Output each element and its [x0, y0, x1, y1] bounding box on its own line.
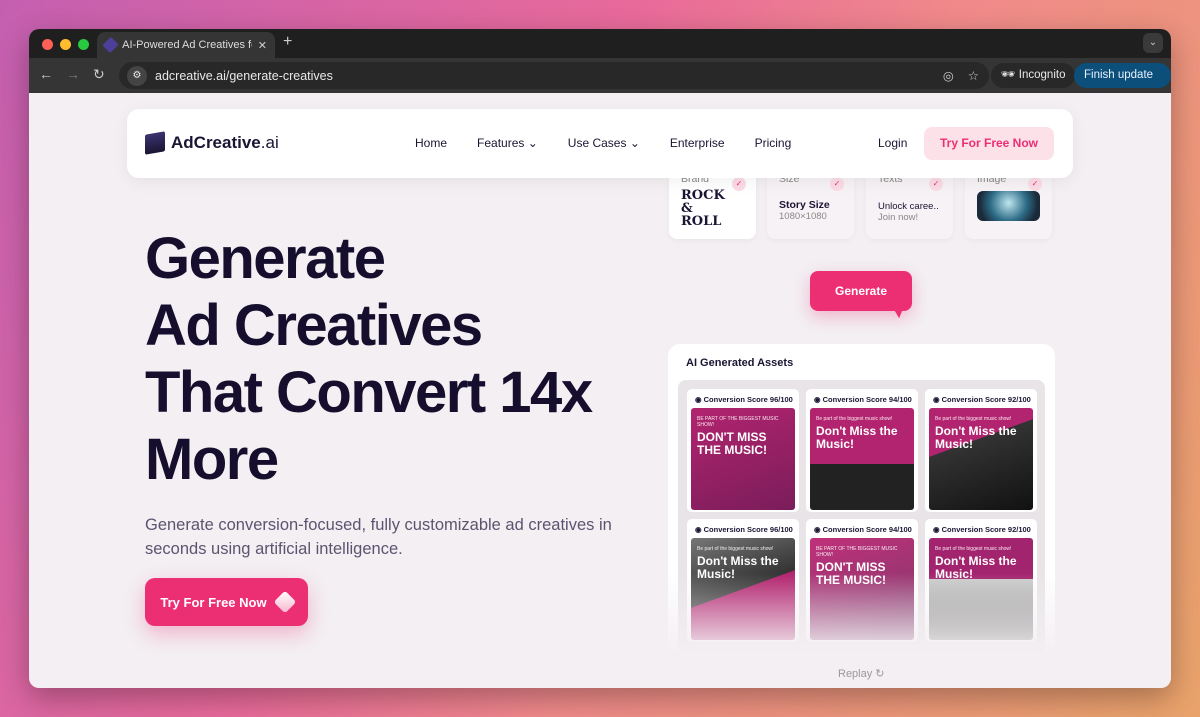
cta-label: Try For Free Now [160, 594, 267, 610]
nav-home[interactable]: Home [415, 136, 447, 150]
asset-card[interactable]: ◉ Conversion Score 92/100 Be part of the… [925, 389, 1037, 512]
browser-tab[interactable]: AI-Powered Ad Creatives for B ✕ [97, 32, 275, 58]
ad-small-text: Be part of the biggest music show! [935, 546, 1012, 552]
bookmark-star-icon[interactable]: ☆ [968, 68, 979, 83]
site-settings-icon[interactable]: ⚙ [127, 65, 147, 86]
finish-update-button[interactable]: Finish update ⋮ [1074, 63, 1171, 106]
close-tab-icon[interactable]: ✕ [258, 39, 267, 52]
conversion-score: ◉ Conversion Score 94/100 [814, 395, 912, 404]
page: AdCreative.ai Home Features ⌄ Use Cases … [29, 93, 1171, 688]
texts-card: Texts ✓ Unlock caree.. Join now! [866, 169, 953, 239]
replay-button[interactable]: Replay ↻ [838, 667, 885, 680]
check-icon: ✓ [830, 177, 844, 191]
logo-suffix: .ai [260, 133, 279, 152]
conversion-score: ◉ Conversion Score 92/100 [933, 525, 1031, 534]
hero-title-line: Generate [145, 226, 386, 291]
image-card: Image ✓ [965, 169, 1052, 239]
chevron-down-icon: ⌄ [527, 136, 538, 150]
try-free-nav-button[interactable]: Try For Free Now [924, 127, 1054, 160]
check-icon: ✓ [1028, 177, 1042, 191]
close-window-button[interactable] [42, 39, 53, 50]
ad-small-text: Be part of the biggest music show! [816, 416, 893, 422]
ad-small-text: BE PART OF THE BIGGEST MUSIC SHOW! [697, 416, 779, 428]
size-card: Size ✓ Story Size 1080×1080 [767, 169, 854, 239]
nav-use-cases[interactable]: Use Cases ⌄ [568, 136, 640, 150]
texts-sub: Join now! [878, 212, 919, 223]
conversion-score: ◉ Conversion Score 96/100 [695, 525, 793, 534]
score-text: Conversion Score 92/100 [941, 395, 1031, 404]
browser-window: AI-Powered Ad Creatives for B ✕ + ⌄ ← → … [29, 29, 1171, 688]
ad-preview: Be part of the biggest music show! Don't … [929, 408, 1033, 510]
conversion-score: ◉ Conversion Score 96/100 [695, 395, 793, 404]
incognito-badge[interactable]: 🕶 Incognito [991, 63, 1076, 88]
asset-card[interactable]: ◉ Conversion Score 94/100 Be part of the… [806, 389, 918, 512]
fade-overlay [668, 573, 1055, 655]
tab-bar: AI-Powered Ad Creatives for B ✕ + ⌄ [29, 29, 1171, 58]
logo[interactable]: AdCreative.ai [145, 131, 279, 155]
new-tab-icon[interactable]: + [283, 33, 292, 51]
hero-title-line: Ad Creatives [145, 293, 483, 358]
asset-card[interactable]: ◉ Conversion Score 96/100 BE PART OF THE… [687, 389, 799, 512]
size-value: Story Size [779, 199, 830, 211]
nav-enterprise[interactable]: Enterprise [670, 136, 725, 150]
tab-title: AI-Powered Ad Creatives for B [122, 39, 252, 51]
ad-headline: Don't Miss the Music! [816, 424, 898, 451]
ad-preview: Be part of the biggest music show! Don't … [810, 408, 914, 510]
score-text: Conversion Score 96/100 [703, 395, 793, 404]
score-text: Conversion Score 94/100 [822, 395, 912, 404]
size-dims: 1080×1080 [779, 211, 827, 222]
tab-search-icon[interactable]: ⌄ [1143, 33, 1163, 53]
minimize-window-button[interactable] [60, 39, 71, 50]
check-icon: ✓ [732, 177, 746, 191]
maximize-window-button[interactable] [78, 39, 89, 50]
nav-pricing[interactable]: Pricing [755, 136, 792, 150]
hero-title: Generate Ad Creatives That Convert 14x M… [145, 225, 593, 493]
hero-title-line: More [145, 427, 279, 492]
favicon-icon [102, 36, 119, 54]
back-icon[interactable]: ← [39, 66, 53, 82]
cube-icon [273, 590, 296, 614]
logo-icon [145, 131, 165, 155]
nav-features-label: Features [477, 136, 525, 150]
brand-logo: ROCK & ROLL [681, 188, 725, 229]
check-icon: ✓ [929, 177, 943, 191]
incognito-label: Incognito [1018, 69, 1066, 81]
hero-title-line: That Convert 14x [145, 360, 593, 425]
address-bar[interactable]: ⚙ adcreative.ai/generate-creatives ◎ ☆ [119, 62, 989, 89]
conversion-score: ◉ Conversion Score 92/100 [933, 395, 1031, 404]
score-text: Conversion Score 92/100 [941, 525, 1031, 534]
reload-icon[interactable]: ↻ [93, 66, 105, 83]
ad-headline: Don't Miss the Music! [935, 424, 1017, 451]
ad-headline: DON'T MISS THE MUSIC! [697, 430, 767, 457]
assets-title: AI Generated Assets [686, 357, 794, 369]
login-link[interactable]: Login [878, 136, 907, 150]
conversion-score: ◉ Conversion Score 94/100 [814, 525, 912, 534]
brand-card: Brand ✓ ROCK & ROLL [669, 169, 756, 239]
chevron-down-icon: ⌄ [629, 136, 640, 150]
eye-off-icon[interactable]: ◎ [943, 68, 954, 83]
texts-value: Unlock caree.. [878, 201, 939, 212]
nav-use-cases-label: Use Cases [567, 136, 627, 150]
site-nav: AdCreative.ai Home Features ⌄ Use Cases … [127, 109, 1073, 178]
ad-preview: BE PART OF THE BIGGEST MUSIC SHOW! DON'T … [691, 408, 795, 510]
browser-toolbar: ← → ↻ ⚙ adcreative.ai/generate-creatives… [29, 58, 1171, 106]
ad-small-text: BE PART OF THE BIGGEST MUSIC SHOW! [816, 546, 898, 558]
logo-text: AdCreative [171, 133, 261, 152]
concert-image [977, 191, 1040, 221]
finish-update-label: Finish update [1084, 69, 1154, 81]
try-free-hero-button[interactable]: Try For Free Now [145, 578, 308, 626]
ad-small-text: Be part of the biggest music show! [935, 416, 1012, 422]
ad-small-text: Be part of the biggest music show! [697, 546, 774, 552]
score-text: Conversion Score 96/100 [703, 525, 793, 534]
score-text: Conversion Score 94/100 [822, 525, 912, 534]
url-text: adcreative.ai/generate-creatives [155, 68, 333, 83]
nav-features[interactable]: Features ⌄ [477, 136, 538, 150]
hero-subtitle: Generate conversion-focused, fully custo… [145, 516, 612, 558]
forward-icon[interactable]: → [66, 66, 80, 82]
